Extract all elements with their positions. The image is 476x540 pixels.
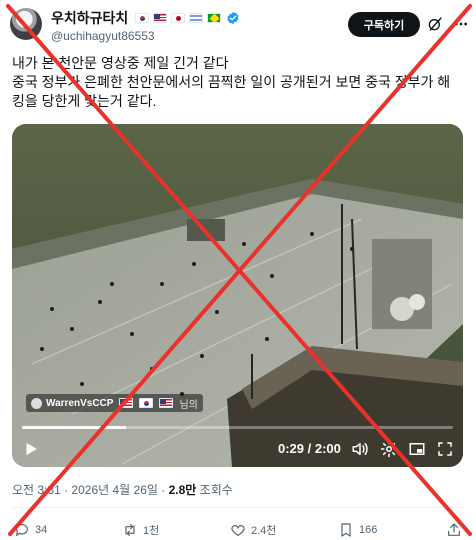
- watermark-text: WarrenVsCCP: [46, 397, 114, 409]
- bookmark-icon: [341, 523, 351, 537]
- more-options-icon[interactable]: [452, 16, 470, 32]
- repost-count: 1천: [143, 525, 160, 537]
- like-button[interactable]: 2.4천: [230, 521, 276, 539]
- flag-us-icon: [153, 13, 168, 23]
- views-count: 2.8만: [168, 483, 197, 497]
- flag-us-icon: [159, 398, 174, 408]
- post-header: 우치하규타치 @uchihagyut86553 구독하기: [0, 0, 476, 44]
- heart-icon: [231, 525, 245, 536]
- divider: [12, 507, 464, 508]
- play-icon[interactable]: [22, 440, 40, 458]
- post-meta: 오전 3:31 · 2026년 4월 26일 · 2.8만 조회수: [12, 481, 233, 498]
- author-name-row: 우치하규타치: [51, 9, 240, 27]
- share-button[interactable]: [446, 521, 462, 539]
- post-text-line: 내가 본 천안문 영상중 제일 긴거 같다: [12, 55, 229, 71]
- video-time: 0:29 / 2:00: [278, 441, 341, 456]
- video-progress-bar[interactable]: [22, 426, 453, 429]
- flag-us-icon: [119, 398, 134, 408]
- flag-br-icon: [207, 13, 222, 23]
- verified-badge-icon: [227, 11, 239, 25]
- bookmark-button[interactable]: 166: [338, 521, 377, 539]
- repost-icon: [125, 524, 135, 536]
- reply-button[interactable]: 34: [14, 521, 47, 539]
- post-text-line: 킹을 당한게 맞는거 같다.: [12, 93, 157, 109]
- author-handle[interactable]: @uchihagyut86553: [51, 29, 155, 43]
- grok-icon[interactable]: [427, 16, 443, 32]
- video-progress-fill: [22, 426, 127, 429]
- post-timestamp[interactable]: 오전 3:31 · 2026년 4월 26일 ·: [12, 483, 169, 497]
- settings-icon[interactable]: [380, 440, 398, 458]
- reply-icon: [16, 524, 28, 536]
- video-watermark: WarrenVsCCP 님의: [26, 394, 203, 412]
- avatar[interactable]: [10, 8, 42, 40]
- video-player[interactable]: WarrenVsCCP 님의 0:29 / 2:00: [12, 124, 463, 467]
- share-icon: [448, 523, 460, 536]
- post-text: 내가 본 천안문 영상중 제일 긴거 같다 중국 정부가 은폐한 천안문에서의 …: [12, 54, 472, 111]
- subscribe-button[interactable]: 구독하기: [348, 12, 420, 37]
- flag-il-icon: [189, 13, 204, 23]
- flag-jp-icon: [171, 13, 186, 23]
- picture-in-picture-icon[interactable]: [408, 440, 426, 458]
- watermark-logo-icon: [31, 397, 42, 409]
- fullscreen-icon[interactable]: [436, 440, 454, 458]
- reply-count: 34: [35, 524, 48, 536]
- views-label: 조회수: [196, 483, 233, 497]
- flag-tw-icon: [139, 398, 154, 408]
- video-frame: [12, 124, 463, 467]
- post-text-line: 중국 정부가 은폐한 천안문에서의 끔찍한 일이 공개된거 보면 중국 정부가 …: [12, 74, 451, 90]
- flag-kr-icon: [135, 13, 150, 23]
- watermark-suffix: 님의: [179, 399, 198, 411]
- volume-icon[interactable]: [351, 440, 369, 458]
- author-display-name[interactable]: 우치하규타치: [51, 8, 128, 28]
- like-count: 2.4천: [251, 525, 277, 537]
- repost-button[interactable]: 1천: [122, 521, 159, 539]
- bookmark-count: 166: [359, 524, 378, 536]
